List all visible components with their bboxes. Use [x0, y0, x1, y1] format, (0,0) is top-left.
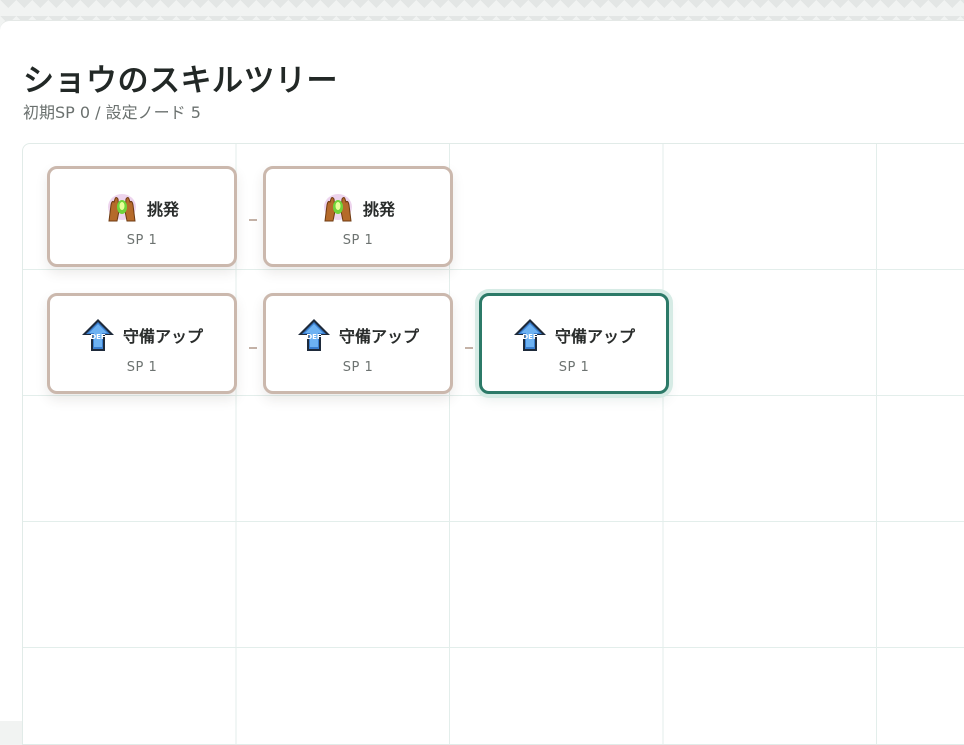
skill-node-sp: SP 1	[126, 360, 158, 375]
skill-node-label: 守備アップ	[554, 327, 635, 346]
skill-node-sp: SP 1	[342, 233, 374, 248]
skill-node-sp: SP 1	[126, 233, 158, 248]
tree-summary: 初期SP 0 / 設定ノード 5	[23, 103, 201, 122]
defense-up-arrow-icon: DEF	[513, 319, 546, 351]
page-title: ショウのスキルツリー	[23, 63, 338, 99]
skill-grid: 挑発 SP 1 挑発 SP 1 DEF 守備アップ SP 1 DEF 守備アップ…	[22, 143, 964, 745]
skill-node-sp: SP 1	[342, 360, 374, 375]
skill-node-defense-up[interactable]: DEF 守備アップ SP 1	[47, 293, 237, 394]
defense-up-arrow-icon: DEF	[81, 319, 114, 351]
skill-node-taunt[interactable]: 挑発 SP 1	[263, 166, 453, 267]
node-connector	[465, 347, 473, 349]
svg-text:DEF: DEF	[90, 333, 106, 341]
skill-tree-panel: ショウのスキルツリー 初期SP 0 / 設定ノード 5 挑発 SP 1 挑発 S…	[0, 20, 964, 745]
skill-node-defense-up-selected[interactable]: DEF 守備アップ SP 1	[479, 293, 669, 394]
skill-node-defense-up[interactable]: DEF 守備アップ SP 1	[263, 293, 453, 394]
skill-node-taunt[interactable]: 挑発 SP 1	[47, 166, 237, 267]
svg-text:DEF: DEF	[306, 333, 322, 341]
svg-text:DEF: DEF	[522, 333, 538, 341]
skill-node-label: 挑発	[362, 200, 395, 219]
node-connector	[249, 219, 257, 221]
skill-node-label: 守備アップ	[122, 327, 203, 346]
skill-node-sp: SP 1	[558, 360, 590, 375]
taunt-hands-icon	[323, 194, 352, 222]
skill-node-label: 挑発	[146, 200, 179, 219]
defense-up-arrow-icon: DEF	[297, 319, 330, 351]
top-decorative-edge	[0, 0, 964, 22]
node-connector	[249, 347, 257, 349]
skill-node-label: 守備アップ	[338, 327, 419, 346]
taunt-hands-icon	[107, 194, 136, 222]
